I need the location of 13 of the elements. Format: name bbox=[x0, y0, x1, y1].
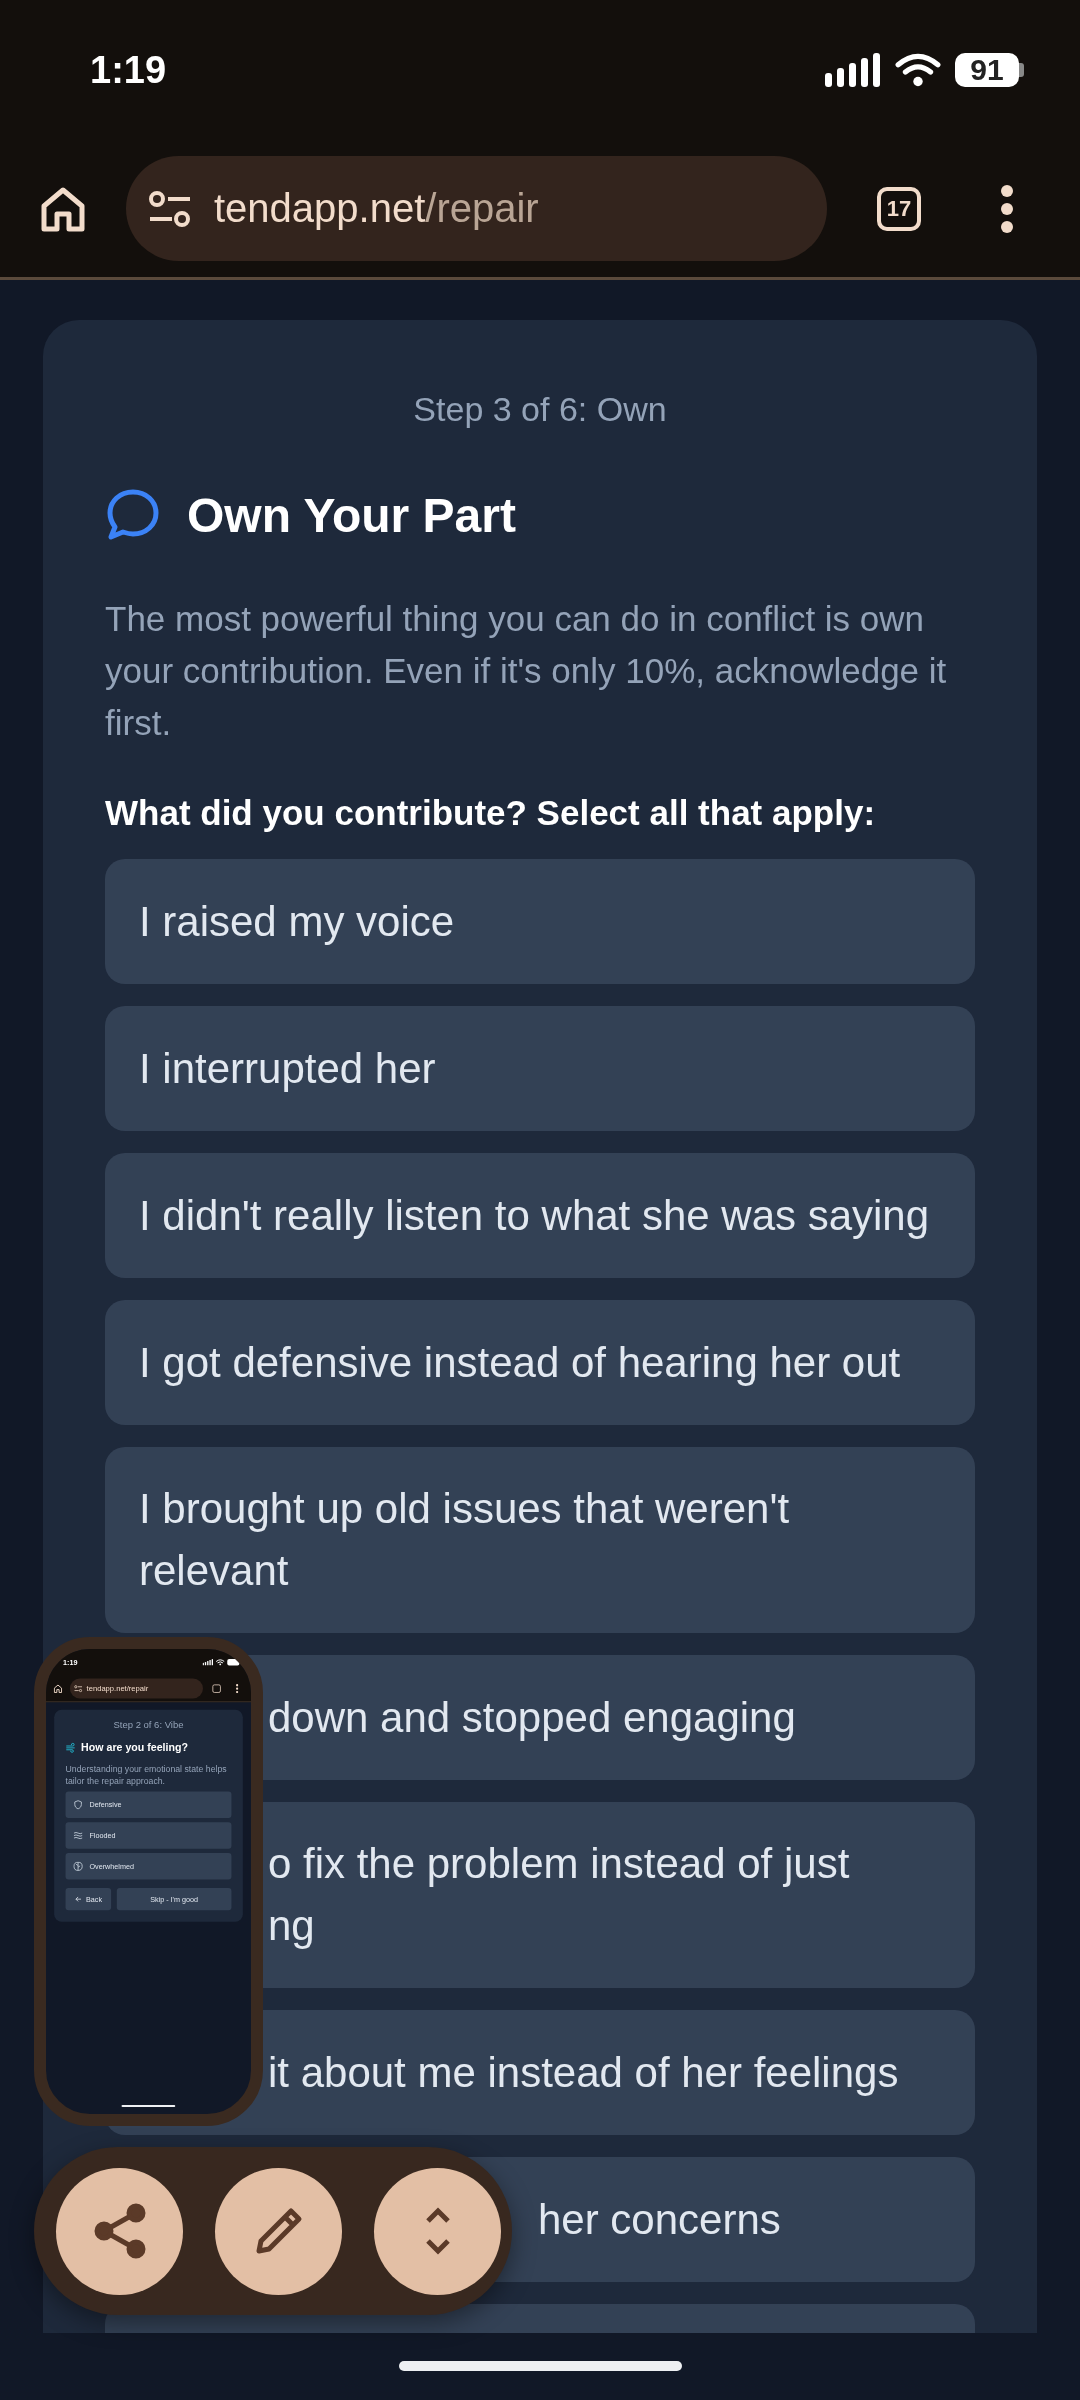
status-time: 1:19 bbox=[90, 48, 168, 92]
question-label: What did you contribute? Select all that apply: bbox=[105, 793, 877, 833]
address-bar[interactable]: tendapp.net/repair bbox=[126, 156, 827, 261]
option-card[interactable]: I raised my voice bbox=[105, 859, 975, 984]
step-label: Step 2 of 6: Vibe bbox=[112, 1719, 185, 1731]
step-label: Step 3 of 6: Own bbox=[412, 390, 668, 429]
option-card[interactable]: I didn't really listen to what she was saying bbox=[105, 1153, 975, 1278]
option-card[interactable]: I brought up old issues that weren't relevant bbox=[105, 1447, 975, 1633]
description: The most powerful thing you can do in conflict is own your contribution. Even if it's only 10%, acknowledge it first. bbox=[105, 598, 948, 744]
page-title: Own Your Part bbox=[187, 487, 516, 543]
tab-switcher[interactable]: 17 bbox=[877, 186, 921, 231]
option-card[interactable]: I got defensive instead of hearing her out bbox=[105, 1300, 975, 1425]
option-card[interactable]: I interrupted her bbox=[105, 1006, 975, 1131]
